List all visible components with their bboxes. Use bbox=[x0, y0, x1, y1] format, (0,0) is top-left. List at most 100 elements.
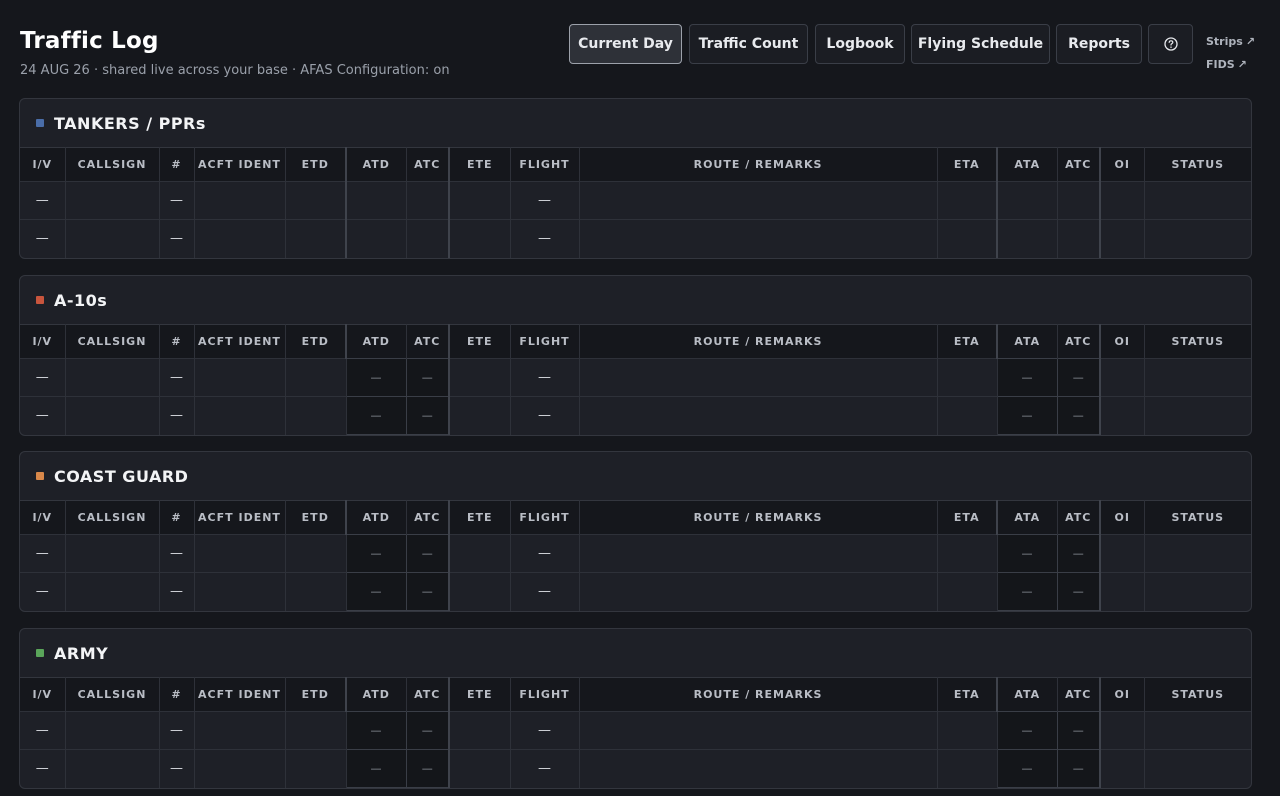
column-header-[interactable]: # bbox=[159, 324, 195, 359]
table-cell[interactable] bbox=[448, 396, 511, 435]
column-header-ete[interactable]: ETE bbox=[448, 677, 511, 712]
table-cell[interactable]: — bbox=[510, 749, 580, 788]
column-header-route-remarks[interactable]: ROUTE / REMARKS bbox=[579, 500, 938, 535]
column-header-ata[interactable]: ATA bbox=[996, 500, 1058, 535]
table-cell[interactable]: — bbox=[996, 534, 1058, 573]
table-cell[interactable]: — bbox=[996, 749, 1058, 788]
table-cell[interactable] bbox=[1099, 534, 1145, 573]
table-cell[interactable]: — bbox=[345, 396, 407, 435]
table-cell[interactable] bbox=[285, 749, 347, 788]
table-row[interactable]: — — — — — — — bbox=[20, 358, 1251, 397]
column-header-status[interactable]: STATUS bbox=[1144, 324, 1251, 359]
table-cell[interactable] bbox=[448, 711, 511, 750]
tab-logbook[interactable]: Logbook bbox=[815, 24, 905, 64]
table-cell[interactable] bbox=[1144, 181, 1251, 220]
table-row[interactable]: — — — — — — — bbox=[20, 749, 1251, 788]
table-cell[interactable] bbox=[937, 396, 998, 435]
table-cell[interactable]: — bbox=[510, 358, 580, 397]
column-header-atc[interactable]: ATC bbox=[406, 324, 450, 359]
table-cell[interactable] bbox=[285, 711, 347, 750]
table-cell[interactable] bbox=[937, 572, 998, 611]
column-header-atc[interactable]: ATC bbox=[406, 147, 450, 182]
table-cell[interactable] bbox=[1144, 219, 1251, 258]
table-cell[interactable] bbox=[579, 219, 938, 258]
column-header-etd[interactable]: ETD bbox=[285, 677, 347, 712]
column-header-eta[interactable]: ETA bbox=[937, 500, 998, 535]
table-cell[interactable]: — bbox=[20, 396, 66, 435]
table-cell[interactable] bbox=[285, 181, 347, 220]
column-header-route-remarks[interactable]: ROUTE / REMARKS bbox=[579, 677, 938, 712]
table-cell[interactable]: — bbox=[405, 572, 450, 611]
table-cell[interactable] bbox=[1144, 534, 1251, 573]
table-cell[interactable]: — bbox=[996, 711, 1058, 750]
table-cell[interactable] bbox=[448, 219, 511, 258]
table-cell[interactable]: — bbox=[510, 534, 580, 573]
column-header-atd[interactable]: ATD bbox=[345, 500, 407, 535]
table-cell[interactable]: — bbox=[996, 396, 1058, 435]
table-cell[interactable]: — bbox=[1056, 749, 1101, 788]
column-header-[interactable]: # bbox=[159, 677, 195, 712]
table-cell[interactable] bbox=[1144, 711, 1251, 750]
column-header-status[interactable]: STATUS bbox=[1144, 500, 1251, 535]
column-header-atc[interactable]: ATC bbox=[1057, 677, 1101, 712]
column-header-i-v[interactable]: I/V bbox=[20, 147, 66, 182]
table-cell[interactable]: — bbox=[345, 358, 407, 397]
table-cell[interactable]: — bbox=[159, 749, 195, 788]
table-cell[interactable]: — bbox=[1056, 711, 1101, 750]
column-header-oi[interactable]: OI bbox=[1099, 324, 1145, 359]
table-cell[interactable] bbox=[345, 219, 407, 258]
table-cell[interactable] bbox=[285, 358, 347, 397]
table-cell[interactable] bbox=[448, 749, 511, 788]
column-header-acft-ident[interactable]: ACFT IDENT bbox=[194, 324, 286, 359]
table-cell[interactable] bbox=[1144, 572, 1251, 611]
table-cell[interactable] bbox=[579, 749, 938, 788]
table-cell[interactable] bbox=[194, 396, 286, 435]
table-cell[interactable] bbox=[65, 181, 160, 220]
column-header-ata[interactable]: ATA bbox=[996, 147, 1058, 182]
table-cell[interactable]: — bbox=[159, 396, 195, 435]
column-header-atc[interactable]: ATC bbox=[406, 500, 450, 535]
table-cell[interactable] bbox=[937, 749, 998, 788]
table-cell[interactable] bbox=[579, 181, 938, 220]
table-cell[interactable]: — bbox=[159, 358, 195, 397]
table-cell[interactable]: — bbox=[20, 711, 66, 750]
table-cell[interactable] bbox=[1099, 181, 1145, 220]
table-cell[interactable] bbox=[579, 358, 938, 397]
table-cell[interactable] bbox=[448, 358, 511, 397]
table-row[interactable]: — — — — — — — bbox=[20, 534, 1251, 573]
table-cell[interactable]: — bbox=[405, 358, 450, 397]
table-cell[interactable]: — bbox=[510, 396, 580, 435]
table-cell[interactable] bbox=[1099, 219, 1145, 258]
column-header-flight[interactable]: FLIGHT bbox=[510, 147, 580, 182]
table-cell[interactable]: — bbox=[345, 749, 407, 788]
column-header-i-v[interactable]: I/V bbox=[20, 324, 66, 359]
table-cell[interactable] bbox=[937, 358, 998, 397]
table-cell[interactable] bbox=[1057, 181, 1101, 220]
table-cell[interactable] bbox=[1144, 358, 1251, 397]
table-cell[interactable] bbox=[65, 358, 160, 397]
fids-link[interactable]: FIDS ↗ bbox=[1206, 58, 1247, 71]
table-cell[interactable]: — bbox=[20, 749, 66, 788]
column-header-callsign[interactable]: CALLSIGN bbox=[65, 677, 160, 712]
table-cell[interactable]: — bbox=[20, 358, 66, 397]
table-cell[interactable]: — bbox=[345, 711, 407, 750]
column-header-eta[interactable]: ETA bbox=[937, 677, 998, 712]
table-cell[interactable] bbox=[285, 396, 347, 435]
column-header-ete[interactable]: ETE bbox=[448, 324, 511, 359]
table-cell[interactable] bbox=[194, 534, 286, 573]
table-cell[interactable] bbox=[579, 534, 938, 573]
table-cell[interactable] bbox=[194, 219, 286, 258]
table-row[interactable]: — — — bbox=[20, 181, 1251, 220]
column-header-eta[interactable]: ETA bbox=[937, 324, 998, 359]
column-header-status[interactable]: STATUS bbox=[1144, 147, 1251, 182]
table-cell[interactable] bbox=[1099, 572, 1145, 611]
table-cell[interactable] bbox=[1144, 749, 1251, 788]
table-cell[interactable] bbox=[285, 572, 347, 611]
table-cell[interactable]: — bbox=[345, 572, 407, 611]
column-header-etd[interactable]: ETD bbox=[285, 500, 347, 535]
table-cell[interactable]: — bbox=[20, 181, 66, 220]
column-header-atd[interactable]: ATD bbox=[345, 677, 407, 712]
table-cell[interactable] bbox=[194, 358, 286, 397]
column-header-atd[interactable]: ATD bbox=[345, 324, 407, 359]
column-header-flight[interactable]: FLIGHT bbox=[510, 500, 580, 535]
